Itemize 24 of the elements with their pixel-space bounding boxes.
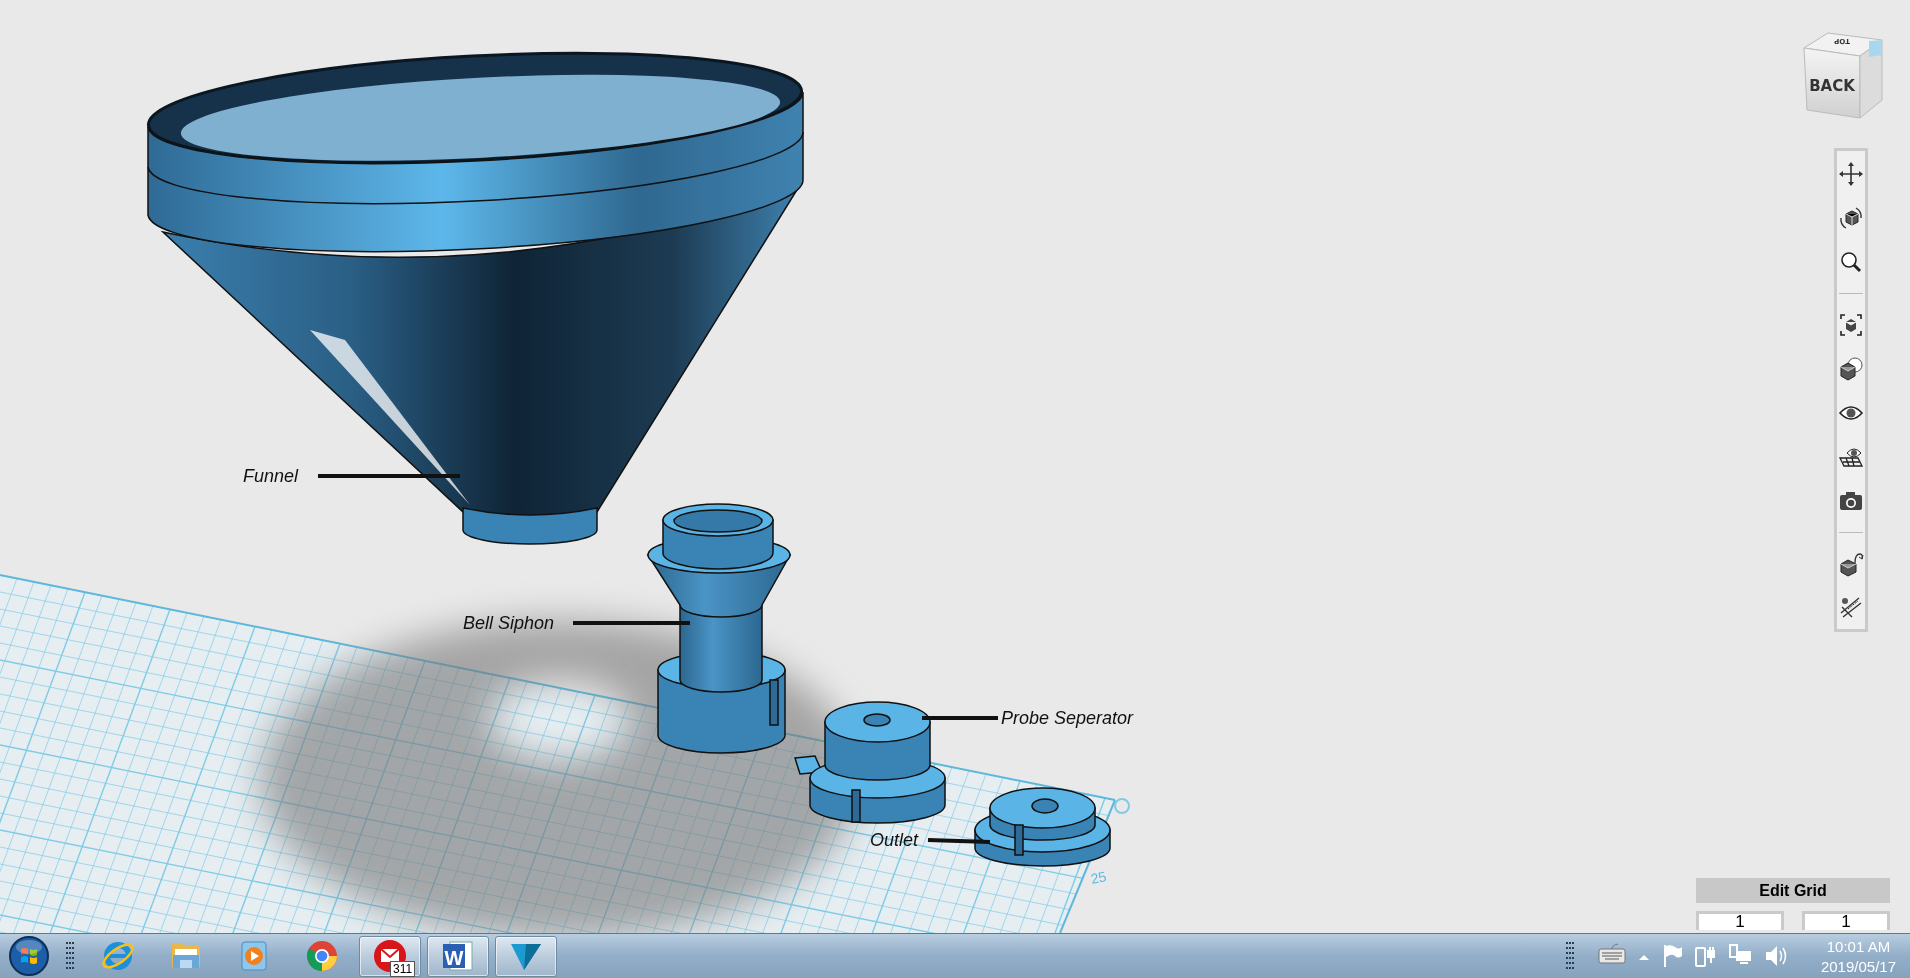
- taskbar-app-button[interactable]: [495, 935, 557, 977]
- grid-label: 25: [1089, 868, 1108, 887]
- view-shade-icon[interactable]: [1838, 356, 1864, 382]
- fit-view-icon[interactable]: [1838, 312, 1864, 338]
- grid-size-field[interactable]: 1: [1696, 911, 1784, 930]
- chrome-icon: [304, 938, 340, 974]
- pan-icon[interactable]: [1838, 161, 1864, 187]
- callout-label: Funnel: [243, 465, 299, 487]
- taskbar-gripper-icon: [66, 942, 75, 970]
- taskbar-gripper-icon: [1565, 942, 1575, 970]
- unread-count-badge: 311: [390, 960, 416, 977]
- snap-cube-icon[interactable]: [1838, 551, 1864, 577]
- grid-size-field[interactable]: 1: [1802, 911, 1890, 930]
- taskbar-app-button[interactable]: 311: [359, 935, 421, 977]
- start-button[interactable]: [8, 935, 50, 977]
- taskbar-app-button[interactable]: W: [427, 935, 489, 977]
- leader-line: [927, 838, 991, 844]
- grid-origin-icon: [1114, 798, 1130, 814]
- zoom-icon[interactable]: [1838, 249, 1864, 275]
- edit-grid-header: Edit Grid: [1696, 878, 1890, 903]
- callout-label: Bell Siphon: [463, 612, 555, 634]
- orbit-icon[interactable]: [1838, 205, 1864, 231]
- callout-label: Outlet: [870, 829, 919, 851]
- callout-label: Probe Seperator: [1001, 707, 1134, 729]
